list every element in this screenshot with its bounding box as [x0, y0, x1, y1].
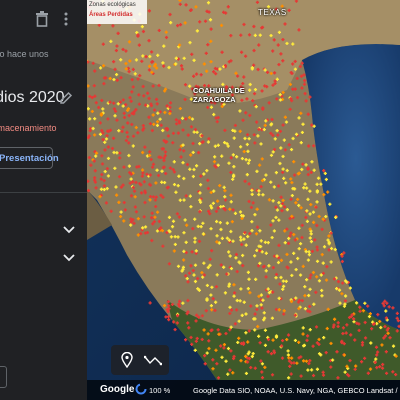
pencil-icon[interactable]	[59, 91, 73, 105]
path-icon[interactable]	[144, 354, 162, 366]
chevron-down-icon[interactable]	[63, 226, 75, 234]
map-attribution: Google Data SIO, NOAA, U.S. Navy, NGA, G…	[193, 386, 400, 395]
divider	[0, 192, 87, 193]
present-button[interactable]: Presentación	[0, 147, 59, 169]
country-label: TEXAS	[258, 8, 287, 17]
google-logo: Google	[100, 384, 135, 395]
zoom-ring-icon	[135, 383, 147, 395]
trash-icon[interactable]	[35, 11, 49, 27]
panel-bottom-button[interactable]	[0, 366, 7, 388]
side-panel: Editado hace unos Incendios 2020 Sin alm…	[0, 0, 87, 400]
map-view[interactable]: Zonas ecológicas Áreas Perdidas TEXAS CO…	[87, 0, 400, 400]
legend-title: Zonas ecológicas	[89, 2, 136, 8]
chevron-down-icon[interactable]	[63, 254, 75, 262]
satellite-map[interactable]	[87, 0, 400, 400]
project-title[interactable]: Incendios 2020	[0, 89, 65, 107]
legend-item: Áreas Perdidas	[89, 12, 133, 18]
map-legend: Zonas ecológicas Áreas Perdidas	[87, 0, 147, 24]
map-tools	[111, 345, 169, 375]
more-vert-icon[interactable]	[61, 11, 71, 27]
zoom-level: 100 %	[149, 386, 171, 395]
storage-warning: Sin almacenamiento	[0, 123, 57, 133]
last-edited-text: Editado hace unos	[0, 49, 49, 59]
state-label: COAHUILA DE ZARAGOZA	[193, 86, 245, 104]
location-pin-icon[interactable]	[121, 352, 133, 368]
